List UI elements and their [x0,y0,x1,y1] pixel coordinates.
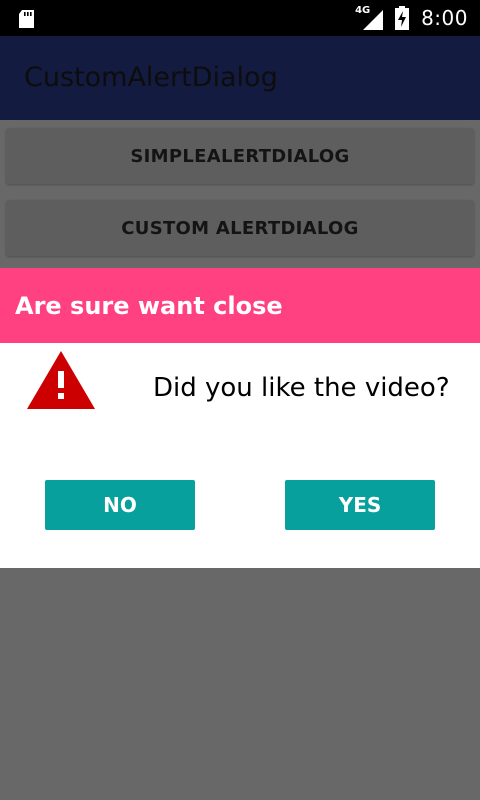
status-bar: 4G 8:00 [0,0,480,36]
yes-button[interactable]: YES [285,480,435,530]
dialog-header: Are sure want close [0,268,480,343]
simple-alert-dialog-button[interactable]: SIMPLEALERTDIALOG [6,128,474,184]
status-time: 8:00 [421,6,468,30]
battery-charging-icon [395,6,410,30]
app-bar: CustomAlertDialog [0,36,480,120]
warning-icon [27,351,95,409]
dialog-title: Are sure want close [15,292,283,320]
custom-alert-dialog-button[interactable]: CUSTOM ALERTDIALOG [6,200,474,256]
signal-icon [363,10,384,30]
no-button[interactable]: NO [45,480,195,530]
dialog-message: Did you like the video? [153,373,450,403]
dialog-body: Did you like the video? NO YES [0,343,480,568]
sd-card-icon [19,10,34,28]
app-title: CustomAlertDialog [24,62,278,93]
